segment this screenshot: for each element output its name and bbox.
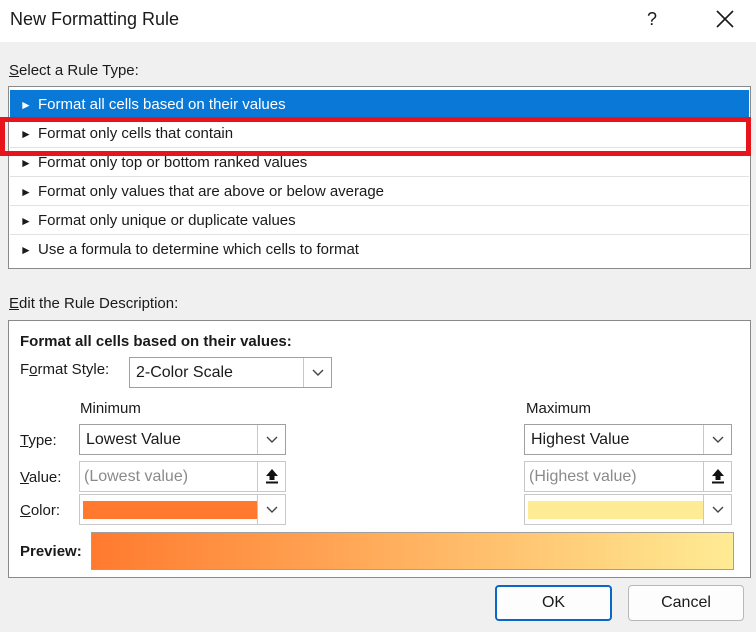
rule-item-cells-that-contain[interactable]: ► Format only cells that contain (10, 119, 749, 148)
type-label: Type: (20, 432, 57, 449)
value-label: Value: (20, 469, 62, 486)
dialog-title: New Formatting Rule (10, 9, 180, 29)
arrow-icon: ► (20, 214, 32, 228)
close-icon (716, 10, 734, 28)
description-heading: Format all cells based on their values: (20, 333, 292, 350)
arrow-icon: ► (20, 243, 32, 257)
min-value-field[interactable]: (Lowest value) (79, 461, 286, 492)
minimum-label: Minimum (80, 400, 141, 417)
preview-label: Preview: (20, 543, 82, 560)
chevron-down-icon (712, 506, 724, 513)
min-color-picker[interactable] (79, 494, 286, 525)
min-type-select[interactable]: Lowest Value (79, 424, 286, 455)
format-style-select[interactable]: 2-Color Scale (129, 357, 332, 388)
chevron-down-icon (266, 506, 278, 513)
min-type-value: Lowest Value (86, 431, 181, 448)
preview-gradient (91, 532, 734, 570)
max-color-dropdown-button[interactable] (703, 495, 731, 524)
format-style-dropdown-button[interactable] (303, 358, 331, 387)
rule-type-list[interactable]: ► Format all cells based on their values … (8, 86, 751, 269)
arrow-icon: ► (20, 185, 32, 199)
max-value-collapse-button[interactable] (703, 462, 731, 491)
rule-item-unique-duplicate[interactable]: ► Format only unique or duplicate values (10, 206, 749, 235)
close-button[interactable] (706, 2, 744, 36)
maximum-label: Maximum (526, 400, 592, 417)
max-type-dropdown-button[interactable] (703, 425, 731, 454)
min-value-placeholder: (Lowest value) (84, 468, 189, 485)
ok-button[interactable]: OK (495, 585, 612, 621)
max-type-value: Highest Value (531, 431, 630, 448)
max-color-swatch (528, 501, 704, 519)
arrow-icon: ► (20, 127, 32, 141)
help-button[interactable]: ? (640, 4, 664, 34)
min-type-dropdown-button[interactable] (257, 425, 285, 454)
max-type-select[interactable]: Highest Value (524, 424, 732, 455)
rule-item-top-bottom[interactable]: ► Format only top or bottom ranked values (10, 148, 749, 177)
color-label: Color: (20, 502, 61, 519)
max-value-field[interactable]: (Highest value) (524, 461, 732, 492)
min-value-collapse-button[interactable] (257, 462, 285, 491)
upload-arrow-icon (712, 469, 724, 484)
rule-type-label: Select a Rule Type: (9, 62, 139, 79)
chevron-down-icon (312, 369, 324, 376)
format-style-value: 2-Color Scale (136, 364, 233, 381)
min-color-swatch (83, 501, 258, 519)
chevron-down-icon (266, 436, 278, 443)
rule-item-formula[interactable]: ► Use a formula to determine which cells … (10, 235, 749, 264)
min-color-dropdown-button[interactable] (257, 495, 285, 524)
arrow-icon: ► (20, 156, 32, 170)
rule-item-above-below-average[interactable]: ► Format only values that are above or be… (10, 177, 749, 206)
upload-arrow-icon (266, 469, 278, 484)
title-bar: New Formatting Rule ? (0, 0, 756, 42)
max-value-placeholder: (Highest value) (529, 468, 637, 485)
max-color-picker[interactable] (524, 494, 732, 525)
chevron-down-icon (712, 436, 724, 443)
rule-description-label: Edit the Rule Description: (9, 295, 179, 312)
rule-item-all-cells[interactable]: ► Format all cells based on their values (10, 90, 749, 119)
format-style-label: Format Style: (20, 361, 110, 378)
cancel-button[interactable]: Cancel (628, 585, 744, 621)
arrow-icon: ► (20, 98, 32, 112)
